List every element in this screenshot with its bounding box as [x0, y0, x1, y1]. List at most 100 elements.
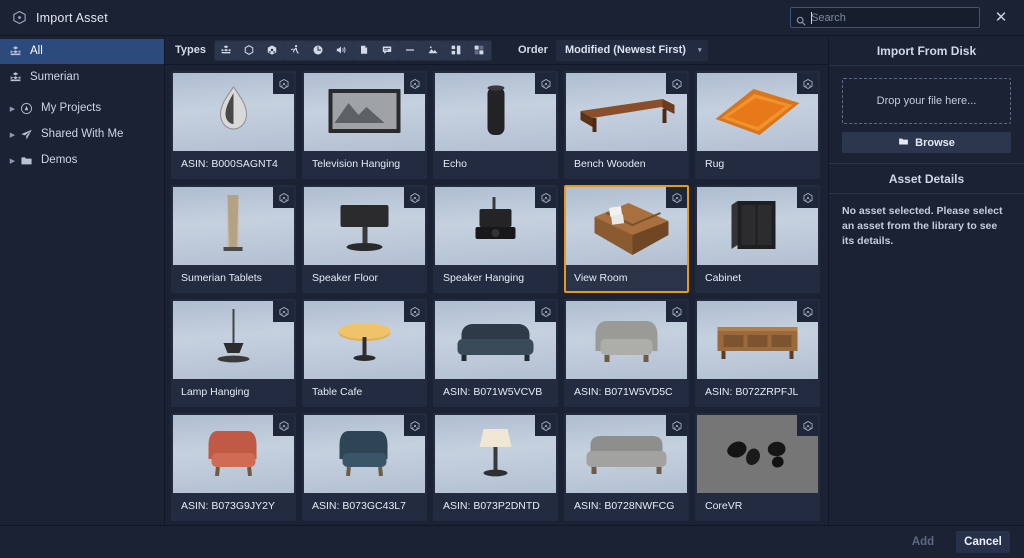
folder-icon [898, 136, 909, 150]
asset-tile[interactable]: Cabinet [695, 185, 820, 293]
cube-icon [797, 73, 818, 94]
cube-icon [12, 10, 27, 25]
asset-tile[interactable]: Table Cafe [302, 299, 427, 407]
asset-tile[interactable]: ASIN: B073G9JY2Y [171, 413, 296, 521]
cube-icon [535, 187, 556, 208]
assets-icon[interactable] [215, 41, 238, 60]
asset-thumbnail [173, 73, 294, 151]
asset-tile[interactable]: Bench Wooden [564, 71, 689, 179]
asset-tile[interactable]: ASIN: B071W5VCVB [433, 299, 558, 407]
cube-icon [273, 301, 294, 322]
asset-thumbnail [697, 415, 818, 493]
page-title: Import Asset [36, 11, 108, 25]
asset-tile[interactable]: Sumerian Tablets [171, 185, 296, 293]
asset-tile[interactable]: ASIN: B071W5VD5C [564, 299, 689, 407]
type-filter-group [214, 40, 492, 61]
chevron-right-icon[interactable]: ▶ [7, 131, 18, 139]
send-icon [19, 128, 34, 141]
search-box[interactable] [790, 7, 980, 28]
asset-label: CoreVR [697, 493, 818, 519]
asset-label: ASIN: B000SAGNT4 [173, 151, 294, 177]
asset-tile[interactable]: Speaker Hanging [433, 185, 558, 293]
dialogue-icon[interactable] [376, 41, 399, 60]
texture-icon[interactable] [468, 41, 491, 60]
asset-tile[interactable]: Speaker Floor [302, 185, 427, 293]
asset-label: Speaker Hanging [435, 265, 556, 291]
asset-tile[interactable]: Lamp Hanging [171, 299, 296, 407]
dialog-body: All Sumerian ▶ [0, 36, 1024, 525]
cube-icon [535, 415, 556, 436]
assets-icon [8, 45, 23, 58]
image-icon[interactable] [422, 41, 445, 60]
asset-thumbnail [173, 301, 294, 379]
asset-label: Bench Wooden [566, 151, 687, 177]
cancel-button[interactable]: Cancel [956, 531, 1010, 553]
asset-tile[interactable]: ASIN: B0728NWFCG [564, 413, 689, 521]
chevron-right-icon[interactable]: ▶ [7, 105, 18, 113]
asset-thumbnail [566, 73, 687, 151]
sidebar-item-shared-with-me[interactable]: ▶ Shared With Me [0, 122, 164, 147]
close-icon[interactable]: ✕ [988, 5, 1014, 31]
asset-label: ASIN: B0728NWFCG [566, 493, 687, 519]
assets-icon [8, 71, 23, 84]
cube-icon [535, 73, 556, 94]
asset-label: View Room [566, 265, 687, 291]
cube-icon [797, 415, 818, 436]
asset-thumbnail [173, 415, 294, 493]
sidebar-item-all[interactable]: All [0, 39, 164, 64]
asset-tile[interactable]: ASIN: B073P2DNTD [433, 413, 558, 521]
asset-thumbnail [173, 187, 294, 265]
cube-icon [797, 301, 818, 322]
asset-tile[interactable]: Rug [695, 71, 820, 179]
cube-icon[interactable] [261, 41, 284, 60]
hexagon-icon[interactable] [238, 41, 261, 60]
clock-icon[interactable] [307, 41, 330, 60]
add-button[interactable]: Add [896, 531, 950, 553]
asset-details-text: No asset selected. Please select an asse… [829, 194, 1024, 260]
sidebar-item-label: Sumerian [30, 72, 79, 84]
script-icon[interactable] [353, 41, 376, 60]
asset-tile[interactable]: Television Hanging [302, 71, 427, 179]
asset-tile[interactable]: ASIN: B073GC43L7 [302, 413, 427, 521]
audio-icon[interactable] [330, 41, 353, 60]
right-panel: Import From Disk Drop your file here... … [828, 36, 1024, 525]
filter-toolbar: Types [165, 36, 828, 65]
asset-label: Television Hanging [304, 151, 425, 177]
animation-icon[interactable] [284, 41, 307, 60]
asset-tile[interactable]: Echo [433, 71, 558, 179]
dialog-footer: Add Cancel [0, 525, 1024, 558]
cube-icon [404, 415, 425, 436]
cube-icon [273, 415, 294, 436]
sidebar-item-label: Shared With Me [41, 129, 123, 141]
search-input[interactable] [811, 12, 979, 24]
asset-label: ASIN: B071W5VD5C [566, 379, 687, 405]
line-icon[interactable] [399, 41, 422, 60]
order-dropdown[interactable]: Modified (Newest First) ▾ [556, 40, 709, 61]
asset-tile[interactable]: View Room [564, 185, 689, 293]
material-icon[interactable] [445, 41, 468, 60]
asset-label: Echo [435, 151, 556, 177]
file-dropzone[interactable]: Drop your file here... [842, 78, 1011, 124]
dropzone-label: Drop your file here... [877, 95, 977, 107]
sidebar-item-my-projects[interactable]: ▶ My Projects [0, 96, 164, 121]
cube-icon [797, 187, 818, 208]
browse-button[interactable]: Browse [842, 132, 1011, 153]
asset-label: Rug [697, 151, 818, 177]
asset-tile[interactable]: ASIN: B072ZRPFJL [695, 299, 820, 407]
asset-label: ASIN: B073P2DNTD [435, 493, 556, 519]
asset-tile[interactable]: ASIN: B000SAGNT4 [171, 71, 296, 179]
asset-thumbnail [304, 415, 425, 493]
asset-grid-scroll[interactable]: ASIN: B000SAGNT4 Television Hanging Echo Be… [165, 65, 828, 525]
asset-thumbnail [566, 415, 687, 493]
sidebar-item-demos[interactable]: ▶ Demos [0, 148, 164, 173]
text-cursor [811, 12, 812, 24]
sidebar-item-sumerian[interactable]: Sumerian [0, 65, 164, 90]
chevron-right-icon[interactable]: ▶ [7, 157, 18, 165]
asset-label: Table Cafe [304, 379, 425, 405]
folder-icon [19, 154, 34, 167]
chevron-down-icon: ▾ [698, 46, 702, 54]
asset-thumbnail [566, 301, 687, 379]
asset-thumbnail [435, 73, 556, 151]
order-label: Order [518, 44, 548, 56]
asset-tile[interactable]: CoreVR [695, 413, 820, 521]
